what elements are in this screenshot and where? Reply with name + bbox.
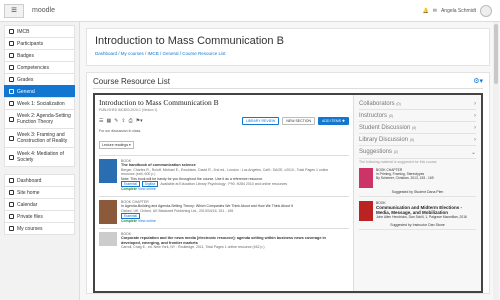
item-title[interactable]: The handbook of communication science <box>121 163 196 167</box>
page-scrollbar[interactable] <box>493 22 499 300</box>
file-icon <box>9 214 14 219</box>
checklist-icon <box>9 65 14 70</box>
suggested-by: Suggested by Instructor Dan Stone <box>359 223 476 230</box>
list-view-icon[interactable]: ☰ <box>99 118 103 124</box>
list-item[interactable]: BOOK Corporate reputation and the news m… <box>99 227 349 250</box>
gear-icon[interactable]: ⚙▾ <box>473 77 483 85</box>
list-item[interactable]: BOOK The handbook of communication scien… <box>99 155 349 192</box>
panel-library-discussion[interactable]: Library Discussion (0) › <box>359 134 476 146</box>
folder-icon <box>9 116 14 122</box>
avatar[interactable] <box>480 5 492 17</box>
right-panel: Collaborators (0) › Instructors (0) › Stud… <box>353 95 481 291</box>
folder-icon <box>9 101 14 106</box>
top-navbar: ≡ moodle 🔔 ✉ Angela Schmidt <box>0 0 500 22</box>
sidebar-item-my-courses[interactable]: My courses <box>4 222 75 235</box>
book-cover <box>359 201 373 221</box>
reading-list: Introduction to Mass Communication B PUB… <box>95 95 353 291</box>
published-badge: PUBLISHED IMCB00-2020-C (Version 1) <box>99 108 158 112</box>
breadcrumb[interactable]: Dashboard / My courses / IMCB / General … <box>95 51 481 56</box>
book-cover <box>99 159 117 183</box>
new-section-button[interactable]: NEW SECTION <box>282 117 316 125</box>
dashboard-icon <box>9 178 14 183</box>
bell-icon[interactable]: 🔔 <box>423 8 429 14</box>
library-review-button[interactable]: LIBRARY REVIEW <box>241 117 280 125</box>
suggestion-item[interactable]: BOOK CHAPTER In Priming, Framing, Stereot… <box>359 168 476 188</box>
panel-instructors[interactable]: Instructors (0) › <box>359 110 476 122</box>
edit-icon[interactable]: ✎ <box>114 118 118 124</box>
grid-view-icon[interactable]: ▦ <box>106 118 111 124</box>
resource-section: Course Resource List ⚙▾ Introduction to … <box>86 72 490 294</box>
user-name[interactable]: Angela Schmidt <box>441 8 476 14</box>
section-title: Course Resource List <box>93 77 483 89</box>
sidebar-item-week2[interactable]: Week 2: Agenda-Setting Function Theory <box>4 109 75 129</box>
panel-suggestions[interactable]: Suggestions (2) ⌄ <box>359 146 476 159</box>
tag-icon[interactable]: ⚑▾ <box>136 118 143 124</box>
menu-toggle-icon[interactable]: ≡ <box>4 3 24 18</box>
users-icon <box>9 41 14 46</box>
toolbar: ☰ ▦ ✎ ⇪ ⎙ ⚑▾ LIBRARY REVIEW NEW SECTION … <box>99 116 349 126</box>
suggestions-note: The following material is suggested for … <box>359 160 437 164</box>
site-brand[interactable]: moodle <box>32 7 55 14</box>
main-region: Introduction to Mass Communication B Das… <box>86 28 490 294</box>
folder-icon <box>9 89 14 94</box>
graduation-cap-icon <box>9 29 14 34</box>
book-cover <box>99 231 117 246</box>
book-cover <box>99 199 117 224</box>
badge-icon <box>9 53 14 58</box>
home-icon <box>9 190 14 195</box>
item-title[interactable]: Corporate reputation and the news media … <box>121 236 326 244</box>
courses-icon <box>9 226 14 231</box>
sidebar-item-week3[interactable]: Week 3: Framing and Construction of Real… <box>4 128 75 148</box>
print-icon[interactable]: ⎙ <box>129 118 133 124</box>
section-select[interactable]: Lecture readings ▾ <box>99 141 134 149</box>
suggestion-item[interactable]: BOOK Communication and Midterm Elections … <box>359 201 476 221</box>
add-items-button[interactable]: ADD ITEMS ✚ <box>318 117 349 125</box>
sidebar-item-week4[interactable]: Week 4: Mediation of Society <box>4 147 75 167</box>
folder-icon <box>9 135 14 141</box>
list-item[interactable]: BOOK CHAPTER In Agenda-Building and Agen… <box>99 195 349 224</box>
panel-collaborators[interactable]: Collaborators (0) › <box>359 98 476 110</box>
reading-list-frame: Introduction to Mass Communication B PUB… <box>93 93 483 293</box>
calendar-icon <box>9 202 14 207</box>
suggested-by: Suggested by Student Dana Plen <box>359 190 476 197</box>
list-title: Introduction to Mass Communication B <box>99 98 219 107</box>
page-title: Introduction to Mass Communication B <box>95 35 284 47</box>
panel-student-discussion[interactable]: Student Discussion (0) › <box>359 122 476 134</box>
chat-icon[interactable]: ✉ <box>433 8 437 14</box>
page-header: Introduction to Mass Communication B Das… <box>86 28 490 66</box>
sidebar: IMCB Participants Badges Competencies Gr… <box>0 22 80 300</box>
share-icon[interactable]: ⇪ <box>121 118 125 124</box>
table-icon <box>9 77 14 82</box>
list-description: For our discussion in class. <box>99 129 142 133</box>
book-cover <box>359 168 373 188</box>
folder-icon <box>9 154 14 160</box>
scrollbar-thumb[interactable] <box>494 24 498 84</box>
